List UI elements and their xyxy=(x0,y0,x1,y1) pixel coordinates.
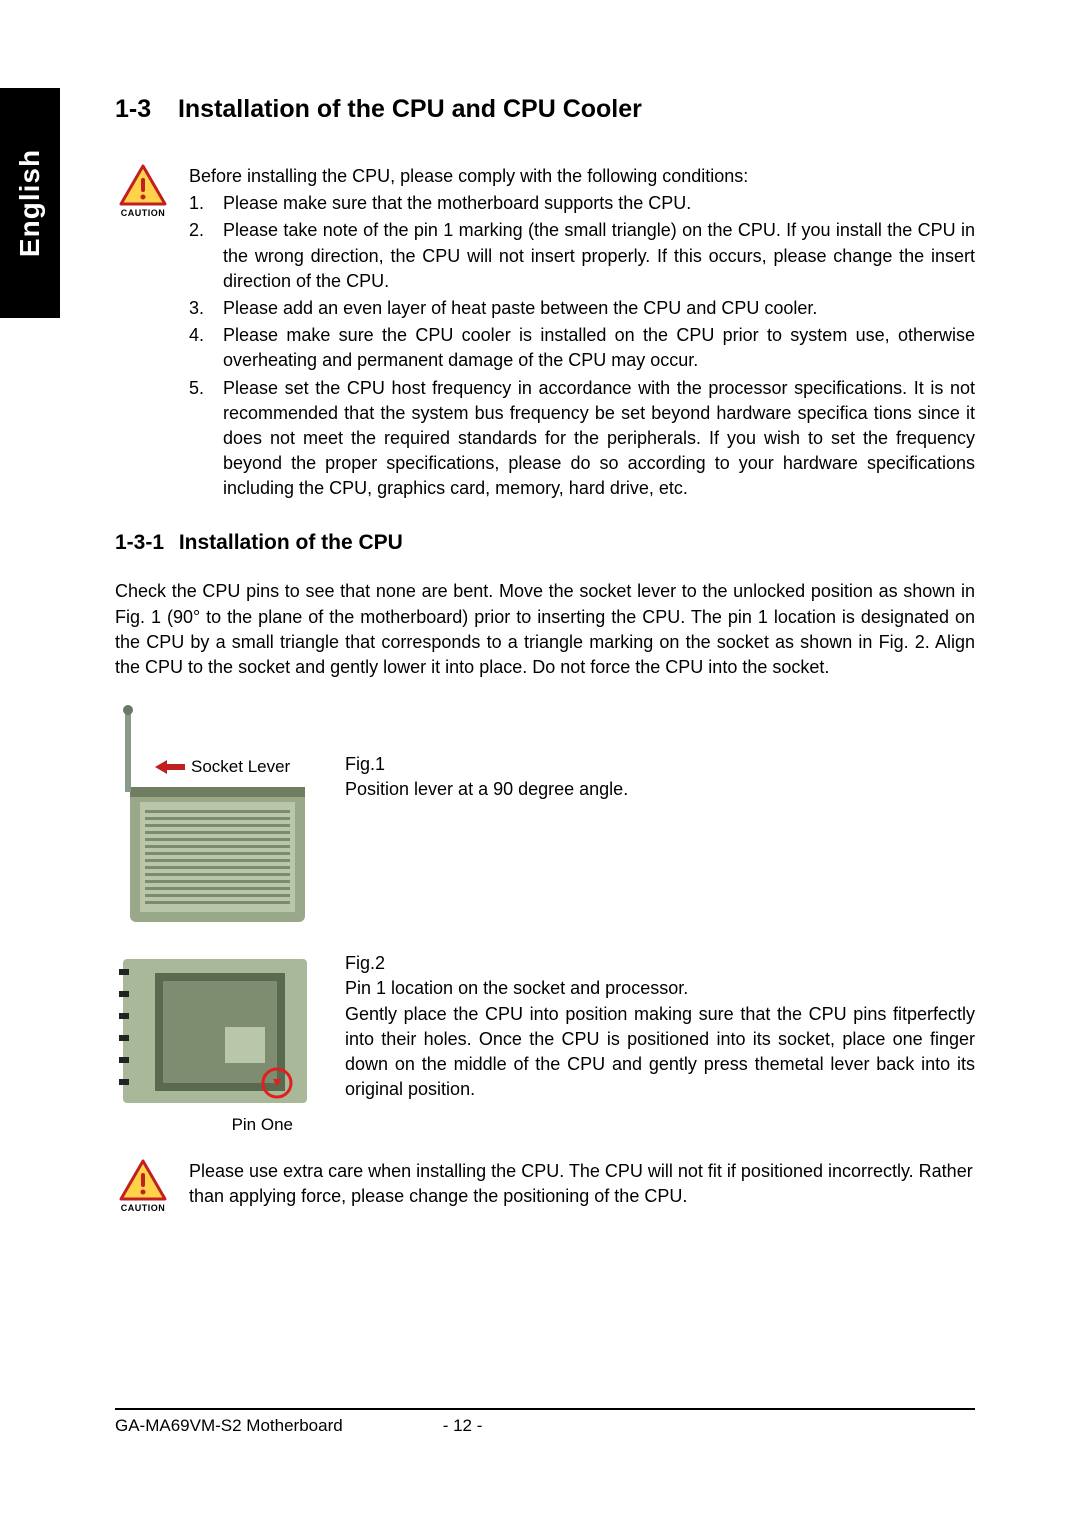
language-tab: English xyxy=(0,88,60,318)
arrow-left-icon xyxy=(155,760,185,774)
subsection-title: Installation of the CPU xyxy=(179,531,403,554)
figure-2-line2: Gently place the CPU into position makin… xyxy=(345,1002,975,1103)
caution-block-2: CAUTION Please use extra care when insta… xyxy=(115,1159,975,1213)
cpu-socket-fig1-illustration xyxy=(115,702,315,927)
figure-1-text: Position lever at a 90 degree angle. xyxy=(345,779,628,799)
condition-item: Please make sure the CPU cooler is insta… xyxy=(189,323,975,373)
caution-icon: CAUTION xyxy=(115,1159,171,1213)
caution-intro: Before installing the CPU, please comply… xyxy=(189,164,975,189)
footer-line: GA-MA69VM-S2 Motherboard - 12 - xyxy=(115,1416,975,1436)
figure-1-title: Fig.1 xyxy=(345,752,975,777)
pin-one-label: Pin One xyxy=(232,1115,293,1135)
figure-2-caption: Fig.2 Pin 1 location on the socket and p… xyxy=(345,951,975,1102)
subsection-heading: 1-3-1 Installation of the CPU xyxy=(115,531,975,555)
footer-product: GA-MA69VM-S2 Motherboard xyxy=(115,1416,343,1436)
figure-1-row: Socket Lever Fig.1 Position lever at a 9… xyxy=(115,702,975,927)
condition-item: Please make sure that the motherboard su… xyxy=(189,191,975,216)
socket-lever-callout: Socket Lever xyxy=(155,757,290,777)
caution-label: CAUTION xyxy=(115,1203,171,1213)
figure-2-title: Fig.2 xyxy=(345,951,975,976)
pin-one-callout: Pin One xyxy=(115,1115,315,1135)
socket-lever-label: Socket Lever xyxy=(191,757,290,777)
language-tab-label: English xyxy=(14,149,46,257)
page-content: 1-3 Installation of the CPU and CPU Cool… xyxy=(0,0,1080,1213)
conditions-list: Please make sure that the motherboard su… xyxy=(189,191,975,501)
figure-2-row: Pin One Fig.2 Pin 1 location on the sock… xyxy=(115,951,975,1135)
cpu-socket-fig2-illustration xyxy=(115,951,315,1111)
warning-triangle-icon xyxy=(119,1159,167,1201)
caution-2-text: Please use extra care when installing th… xyxy=(189,1159,975,1209)
section-heading: 1-3 Installation of the CPU and CPU Cool… xyxy=(115,95,975,124)
subsection-number: 1-3-1 xyxy=(115,531,173,555)
caution-text: Before installing the CPU, please comply… xyxy=(189,164,975,503)
condition-item: Please take note of the pin 1 marking (t… xyxy=(189,218,975,294)
figure-1-image: Socket Lever xyxy=(115,702,315,927)
figure-1-caption: Fig.1 Position lever at a 90 degree angl… xyxy=(345,702,975,802)
warning-triangle-icon xyxy=(119,164,167,206)
caution-block-1: CAUTION Before installing the CPU, pleas… xyxy=(115,164,975,503)
footer-rule xyxy=(115,1408,975,1410)
caution-icon: CAUTION xyxy=(115,164,171,218)
footer-page-number: - 12 - xyxy=(443,1416,483,1436)
condition-item: Please add an even layer of heat paste b… xyxy=(189,296,975,321)
body-paragraph: Check the CPU pins to see that none are … xyxy=(115,579,975,680)
figure-2-image: Pin One xyxy=(115,951,315,1135)
page-footer: GA-MA69VM-S2 Motherboard - 12 - xyxy=(115,1408,975,1436)
section-title: Installation of the CPU and CPU Cooler xyxy=(178,95,642,123)
figure-2-line1: Pin 1 location on the socket and process… xyxy=(345,978,688,998)
section-number: 1-3 xyxy=(115,95,171,124)
condition-item: Please set the CPU host frequency in acc… xyxy=(189,376,975,502)
caution-label: CAUTION xyxy=(115,208,171,218)
